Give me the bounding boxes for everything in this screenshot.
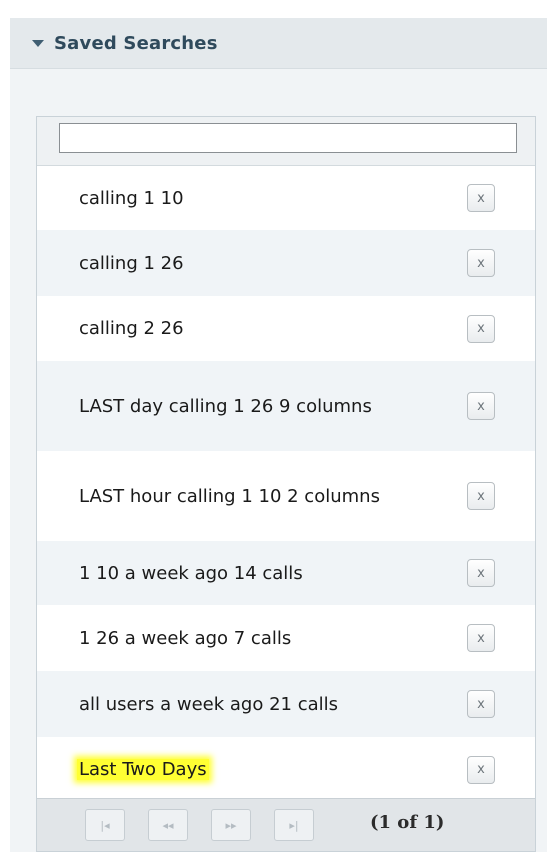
next-page-icon[interactable]: ▸▸ bbox=[211, 809, 251, 841]
delete-icon[interactable]: x bbox=[467, 624, 495, 652]
list-item[interactable]: Last Two Days x bbox=[37, 737, 535, 802]
list-item[interactable]: calling 1 26 x bbox=[37, 230, 535, 296]
delete-icon[interactable]: x bbox=[467, 249, 495, 277]
item-label: 1 10 a week ago 14 calls bbox=[79, 562, 303, 584]
list-item[interactable]: calling 1 10 x bbox=[37, 166, 535, 230]
list-item[interactable]: LAST hour calling 1 10 2 columns x bbox=[37, 451, 535, 541]
first-page-icon[interactable]: |◂ bbox=[85, 809, 125, 841]
delete-icon[interactable]: x bbox=[467, 559, 495, 587]
delete-icon[interactable]: x bbox=[467, 755, 495, 784]
delete-icon[interactable]: x bbox=[467, 314, 495, 343]
list-item[interactable]: calling 2 26 x bbox=[37, 296, 535, 361]
filter-bar bbox=[37, 117, 535, 166]
delete-icon[interactable]: x bbox=[467, 184, 495, 212]
collapse-caret-icon[interactable] bbox=[32, 39, 44, 47]
filter-input[interactable] bbox=[59, 123, 517, 153]
saved-searches-list: calling 1 10 x calling 1 26 x calling 2 … bbox=[36, 116, 536, 852]
delete-icon[interactable]: x bbox=[467, 482, 495, 510]
panel-title: Saved Searches bbox=[54, 32, 218, 54]
page-indicator: (1 of 1) bbox=[370, 812, 445, 833]
delete-icon[interactable]: x bbox=[467, 392, 495, 420]
saved-searches-header[interactable]: Saved Searches bbox=[10, 18, 547, 69]
previous-page-icon[interactable]: ◂◂ bbox=[148, 809, 188, 841]
item-label: Last Two Days bbox=[77, 759, 209, 780]
pagination-bar: |◂ ◂◂ ▸▸ ▸| (1 of 1) bbox=[37, 798, 535, 851]
item-label-wrap: Last Two Days bbox=[77, 756, 451, 783]
list-item[interactable]: all users a week ago 21 calls x bbox=[37, 671, 535, 737]
list-item[interactable]: LAST day calling 1 26 9 columns x bbox=[37, 361, 535, 451]
list-item[interactable]: 1 26 a week ago 7 calls x bbox=[37, 605, 535, 671]
item-label: calling 1 26 bbox=[79, 252, 184, 274]
last-page-icon[interactable]: ▸| bbox=[274, 809, 314, 841]
item-label: LAST hour calling 1 10 2 columns bbox=[79, 485, 380, 507]
list-item[interactable]: 1 10 a week ago 14 calls x bbox=[37, 541, 535, 605]
item-label: calling 2 26 bbox=[79, 318, 184, 339]
item-label: LAST day calling 1 26 9 columns bbox=[79, 395, 372, 417]
item-label: all users a week ago 21 calls bbox=[79, 693, 339, 715]
item-label: calling 1 10 bbox=[79, 187, 184, 209]
delete-icon[interactable]: x bbox=[467, 690, 495, 718]
item-label: 1 26 a week ago 7 calls bbox=[79, 627, 292, 649]
